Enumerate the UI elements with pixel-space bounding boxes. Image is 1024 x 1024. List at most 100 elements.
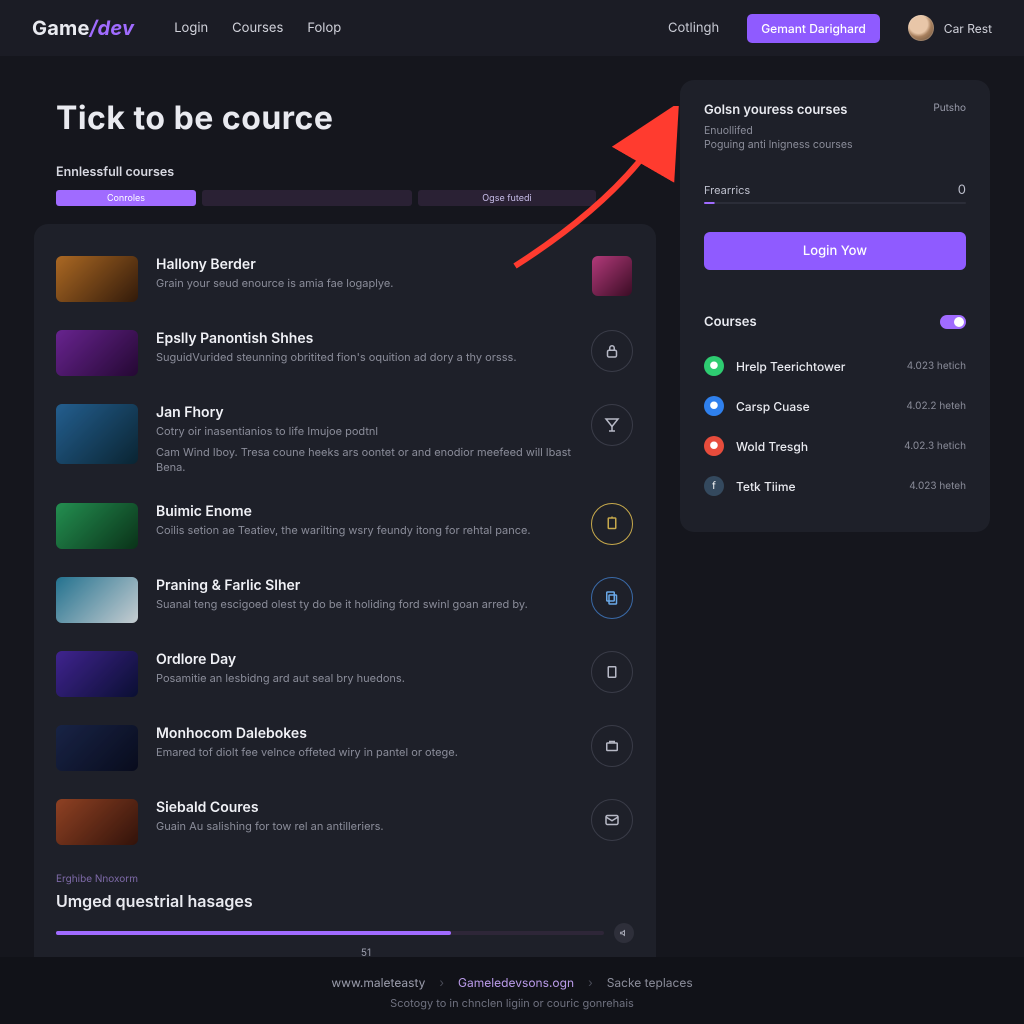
status-dot-icon: ● [704,436,724,456]
course-row[interactable]: Monhocom Dalebokes Emared tof diolt fee … [56,711,634,785]
course-desc: Emared tof diolt fee velnce offeted wiry… [156,745,572,760]
nav-user[interactable]: Car Rest [908,15,992,41]
copy-icon-button[interactable] [591,577,633,619]
segmented-bar: Conroles Ogse futedi [56,190,596,206]
course-desc: SuguidVurided steunning obritited fion's… [156,350,572,365]
course-side-thumb [592,256,632,296]
course-desc: Guain Au salishing for tow rel an antill… [156,819,572,834]
course-row[interactable]: Ordlore Day Posamitie an lesbidng ard au… [56,637,634,711]
breadcrumb: www.maleteasty › Gameledevsons.ogn › Sac… [0,975,1024,990]
course-thumb [56,330,138,376]
course-row[interactable]: Praning & Farlic Slher Suanal teng escig… [56,563,634,637]
nav-links: Login Courses Folop [174,20,341,36]
sidebar-course-name: Carsp Cuase [736,399,810,414]
sidebar-stat-value: 0 [958,182,966,198]
top-nav: Game/dev Login Courses Folop Cotlingh Ge… [0,0,1024,56]
course-thumb [56,725,138,771]
sidebar-course-name: Wold Tresgh [736,439,808,454]
course-title: Epslly Panontish Shhes [156,330,572,347]
page-footer: www.maleteasty › Gameledevsons.ogn › Sac… [0,957,1024,1024]
sidebar-login-button[interactable]: Login Yow [704,232,966,270]
course-thumb [56,404,138,464]
mail-icon-button[interactable] [591,799,633,841]
seg-controls[interactable]: Conroles [56,190,196,206]
card-footer-title: Umged questrial hasages [56,891,634,911]
progress-chip[interactable] [614,923,634,943]
sidebar-toggle[interactable] [940,315,966,329]
sidebar-title: Golsn youress courses [704,102,966,118]
course-row[interactable]: Jan Fhory Cotry oir inasentianios to lif… [56,390,634,489]
nav-link-login[interactable]: Login [174,20,208,36]
sheet-icon-button[interactable] [591,503,633,545]
course-title: Siebald Coures [156,799,572,816]
sidebar-stat-row: Frearrics 0 [704,182,966,198]
course-desc: Grain your seud enource is amia fae loga… [156,276,572,291]
crumb-1[interactable]: www.maleteasty [331,975,425,990]
course-title: Ordlore Day [156,651,572,668]
sidebar-courses-label: Courses [704,314,757,330]
chevron-right-icon: › [588,975,593,990]
sidebar-sub2: Poguing anti lnigness courses [704,138,966,152]
course-thumb [56,256,138,302]
logo-text-a: Game [32,16,90,40]
nav-cta-button[interactable]: Gemant Darighard [747,14,880,43]
progress-bar-row [56,923,634,943]
file-icon [603,663,621,681]
nav-link-cotlingh[interactable]: Cotlingh [668,20,719,36]
sheet-icon [603,515,621,533]
course-thumb [56,799,138,845]
seg-right[interactable]: Ogse futedi [418,190,596,206]
sidebar-course-row[interactable]: ● Wold Tresgh 4.02.3 hetich [704,426,966,466]
sidebar-stat-label: Frearrics [704,183,750,197]
copy-icon [603,589,621,607]
course-row[interactable]: Epslly Panontish Shhes SuguidVurided ste… [56,316,634,390]
martini-icon-button[interactable] [591,404,633,446]
sidebar-course-meta: 4.023 hetich [907,360,966,372]
sidebar-course-row[interactable]: ● Carsp Cuase 4.02.2 heteh [704,386,966,426]
nav-user-name: Car Rest [944,21,992,36]
sidebar-divider [704,202,966,204]
course-thumb [56,503,138,549]
nav-link-folop[interactable]: Folop [307,20,341,36]
sidebar-course-name: Tetk Tiime [736,479,796,494]
logo[interactable]: Game/dev [32,16,134,40]
course-list-panel: Hallony Berder Grain your seud enource i… [34,224,656,983]
sound-icon [619,928,629,938]
course-desc: Suanal teng escigoed olest ty do be it h… [156,597,572,612]
footer-tagline: Scotogy to in chnclen ligiin or couric g… [0,996,1024,1010]
sidebar-course-row[interactable]: f Tetk Tiime 4.023 heteh [704,466,966,506]
course-desc-extra: Cam Wind Iboy. Tresa coune heeks ars oon… [156,445,572,475]
segbar-label: Ennlessfull courses [56,165,656,180]
progress-track[interactable] [56,931,604,935]
crumb-3[interactable]: Sacke teplaces [607,975,693,990]
status-dot-icon: ● [704,356,724,376]
sidebar-panel: Putsho Golsn youress courses Enuollifed … [680,80,990,532]
course-title: Jan Fhory [156,404,572,421]
sidebar-course-row[interactable]: ● Hrelp Teerichtower 4.023 hetich [704,346,966,386]
file-icon-button[interactable] [591,651,633,693]
martini-icon [603,416,621,434]
course-thumb [56,577,138,623]
sidebar-course-name: Hrelp Teerichtower [736,359,845,374]
crumb-2[interactable]: Gameledevsons.ogn [458,975,574,990]
course-desc: Coilis setion ae Teatiev, the warilting … [156,523,572,538]
seg-mid[interactable] [202,190,412,206]
status-dot-icon: f [704,476,724,496]
main-column: Tick to be cource Ennlessfull courses Co… [34,80,656,983]
course-thumb [56,651,138,697]
sidebar-course-meta: 4.02.2 heteh [906,400,966,412]
course-desc: Posamitie an lesbidng ard aut seal bry h… [156,671,572,686]
progress-fill [56,931,451,935]
sidebar-badge: Putsho [933,102,966,114]
briefcase-icon [603,737,621,755]
lock-icon-button[interactable] [591,330,633,372]
briefcase-icon-button[interactable] [591,725,633,767]
course-desc: Cotry oir inasentianios to life Imujoe p… [156,424,572,439]
avatar [908,15,934,41]
logo-text-b: /dev [90,16,135,40]
course-row[interactable]: Hallony Berder Grain your seud enource i… [56,242,634,316]
course-row[interactable]: Siebald Coures Guain Au salishing for to… [56,785,634,859]
course-row[interactable]: Buimic Enome Coilis setion ae Teatiev, t… [56,489,634,563]
nav-link-courses[interactable]: Courses [232,20,283,36]
status-dot-icon: ● [704,396,724,416]
